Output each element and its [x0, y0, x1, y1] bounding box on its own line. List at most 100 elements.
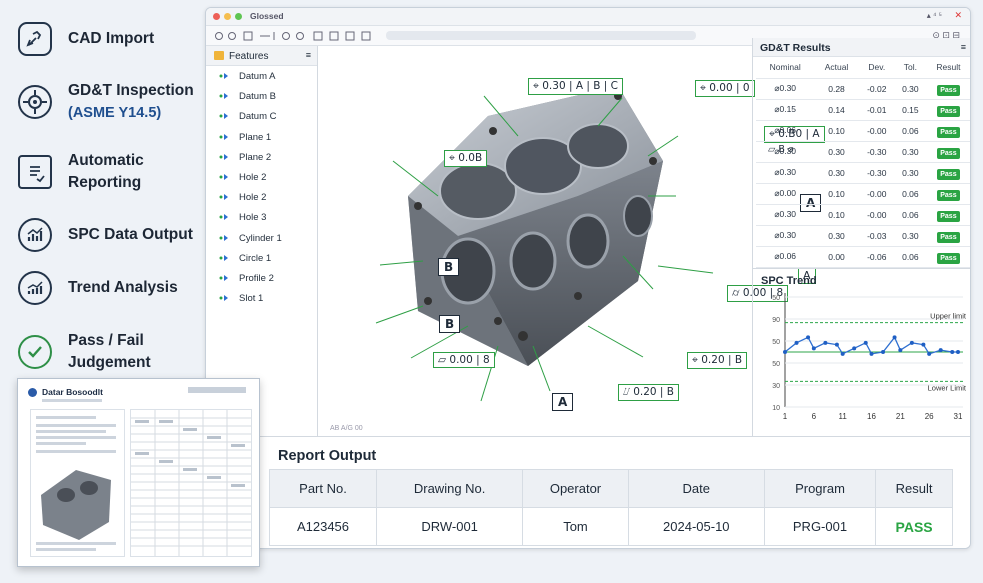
gdt-cell: 0.30 — [894, 141, 926, 163]
gdt-cell: ⌀0.30 — [756, 78, 815, 100]
spc-y-tick-label: 30 — [772, 383, 780, 390]
maximize-dot-icon[interactable] — [235, 13, 242, 20]
feature-tree-item[interactable]: Cylinder 1 — [206, 228, 317, 248]
feature-trend-analysis: Trend Analysis — [18, 271, 178, 305]
gdt-cell: -0.01 — [858, 99, 895, 121]
window-controls-icon[interactable]: ▴ ⁴ ⁵ — [927, 11, 942, 20]
feature-spc-output: SPC Data Output — [18, 218, 193, 252]
gdt-cell: 0.06 — [894, 183, 926, 205]
gdt-callout[interactable]: ⌖ 0.30 | A | B | C — [528, 78, 623, 95]
gdt-column-header[interactable]: Dev. — [858, 57, 895, 79]
feature-label-line2: Reporting — [68, 174, 142, 191]
panel-menu-icon[interactable]: ≡ — [306, 50, 311, 60]
result-cell: Pass — [925, 204, 970, 226]
report-value-row: A123456 DRW-001 Tom 2024-05-10 PRG-001 PASS — [269, 507, 953, 546]
report-thumb-left-page — [30, 409, 125, 557]
feature-tree-item[interactable]: Plane 1 — [206, 127, 317, 147]
features-panel-title: Features — [229, 51, 269, 62]
spc-data-point — [927, 351, 932, 356]
close-x-icon[interactable]: ✕ — [954, 10, 962, 21]
report-thumb-header-line — [188, 387, 246, 393]
spc-x-tick-label: 26 — [925, 412, 934, 421]
gdt-result-row[interactable]: ⌀0.00 0.10 -0.00 0.06 Pass — [756, 183, 970, 205]
feature-item-icon — [219, 194, 228, 201]
gdt-result-row[interactable]: ⌀0.15 0.14 -0.01 0.15 Pass — [756, 99, 970, 121]
pass-badge: Pass — [937, 147, 960, 159]
spc-y-tick-label: 50 — [772, 339, 780, 346]
spc-data-point — [898, 348, 903, 353]
spc-trend-title: SPC Trend — [761, 275, 817, 287]
spc-chart-icon — [18, 218, 52, 252]
feature-tree-item[interactable]: Circle 1 — [206, 248, 317, 268]
feature-tree-item[interactable]: Hole 2 — [206, 167, 317, 187]
report-thumb-subtitle-line — [42, 399, 102, 402]
spc-x-tick-label: 6 — [812, 412, 817, 421]
cad-viewport[interactable]: ⌖ 0.30 | A | B | C ⌖ 0.00 | 0 ⌖ 0.B0 | A… — [318, 46, 825, 436]
datum-label[interactable]: B — [439, 315, 461, 333]
datum-label[interactable]: A — [552, 393, 574, 411]
toolbar-progress-track[interactable] — [386, 31, 696, 40]
engine-block-model[interactable] — [318, 46, 752, 436]
feature-item-icon — [219, 234, 228, 241]
feature-tree-item[interactable]: Hole 2 — [206, 187, 317, 207]
feature-tree-item[interactable]: Slot 1 — [206, 288, 317, 308]
gdt-cell: 0.06 — [894, 204, 926, 226]
feature-item-icon — [219, 295, 228, 302]
feature-item-label: Datum B — [239, 91, 276, 103]
close-dot-icon[interactable] — [213, 13, 220, 20]
report-output-title: Report Output — [278, 448, 377, 464]
gdt-result-row[interactable]: ⌀0.30 0.10 -0.00 0.06 Pass — [756, 204, 970, 226]
toolbar-icons[interactable] — [214, 30, 384, 42]
gdt-result-row[interactable]: ⌀0.30 0.30 -0.30 0.30 Pass — [756, 162, 970, 184]
gdt-callout[interactable]: ⌖ 0.20 | B — [687, 352, 748, 369]
spc-x-tick-label: 16 — [867, 412, 876, 421]
report-header-cell: Operator — [522, 469, 629, 508]
gdt-result-row[interactable]: ⌀0.30 0.28 -0.02 0.30 Pass — [756, 78, 970, 100]
feature-tree-item[interactable]: Hole 3 — [206, 207, 317, 227]
pass-badge: Pass — [937, 105, 960, 117]
result-cell: Pass — [925, 78, 970, 100]
window-title: Glossed — [250, 11, 284, 21]
spc-data-point — [794, 340, 799, 345]
feature-tree-item[interactable]: Datum C — [206, 106, 317, 126]
feature-label: GD&T Inspection — [68, 82, 194, 99]
gdt-cell: 0.06 — [894, 120, 926, 142]
gdt-cell: 0.15 — [894, 99, 926, 121]
feature-label: Automatic — [68, 152, 144, 169]
gdt-cell: 0.00 — [814, 246, 859, 268]
gdt-callout[interactable]: ⏥ 0.00 | 8 — [433, 352, 495, 368]
report-preview-thumbnail[interactable]: Datar Bosoodlt — [17, 378, 260, 567]
gdt-callout[interactable]: ⌖ 0.0B — [444, 150, 488, 167]
spc-data-point — [834, 342, 839, 347]
gdt-result-row[interactable]: ⌀0.06 0.00 -0.06 0.06 Pass — [756, 246, 970, 268]
report-value-cell: Tom — [522, 507, 629, 546]
gdt-callout[interactable]: ⌰ 0.20 | B — [618, 384, 679, 401]
spc-data-point — [852, 346, 857, 351]
spc-x-tick-label: 21 — [896, 412, 905, 421]
feature-tree-item[interactable]: Datum A — [206, 66, 317, 86]
spc-data-point — [892, 335, 897, 340]
spc-x-tick-label: 11 — [839, 412, 848, 421]
feature-tree-item[interactable]: Datum B — [206, 86, 317, 106]
datum-label[interactable]: B — [438, 258, 460, 276]
gdt-result-row[interactable]: ⌀0.30 0.30 -0.30 0.30 Pass — [756, 141, 970, 163]
gdt-column-header[interactable]: Tol. — [894, 57, 926, 79]
feature-item-icon — [219, 133, 228, 140]
gdt-cell: ⌀0.00 — [756, 183, 815, 205]
gdt-column-header[interactable]: Result — [925, 57, 970, 79]
feature-item-icon — [219, 93, 228, 100]
gdt-column-header[interactable]: Actual — [814, 57, 859, 79]
report-thumb-title: Datar Bosoodlt — [42, 387, 103, 397]
gdt-cell: -0.30 — [858, 162, 895, 184]
report-value-cell: 2024-05-10 — [627, 507, 765, 546]
gdt-column-header[interactable]: Nominal — [756, 57, 815, 79]
gdt-result-row[interactable]: ⌀0.06 0.10 -0.00 0.06 Pass — [756, 120, 970, 142]
feature-tree-item[interactable]: Plane 2 — [206, 147, 317, 167]
spc-trend-chart[interactable]: 5090505030101 6 11 16 21 26 31Upper limitLower… — [753, 287, 971, 437]
feature-tree-item[interactable]: Profile 2 — [206, 268, 317, 288]
feature-item-label: Hole 2 — [239, 171, 267, 183]
gdt-result-row[interactable]: ⌀0.30 0.30 -0.03 0.30 Pass — [756, 225, 970, 247]
gdt-callout[interactable]: ⌖ 0.00 | 0 — [695, 80, 755, 97]
minimize-dot-icon[interactable] — [224, 13, 231, 20]
panel-menu-icon[interactable]: ≡ — [961, 42, 966, 52]
